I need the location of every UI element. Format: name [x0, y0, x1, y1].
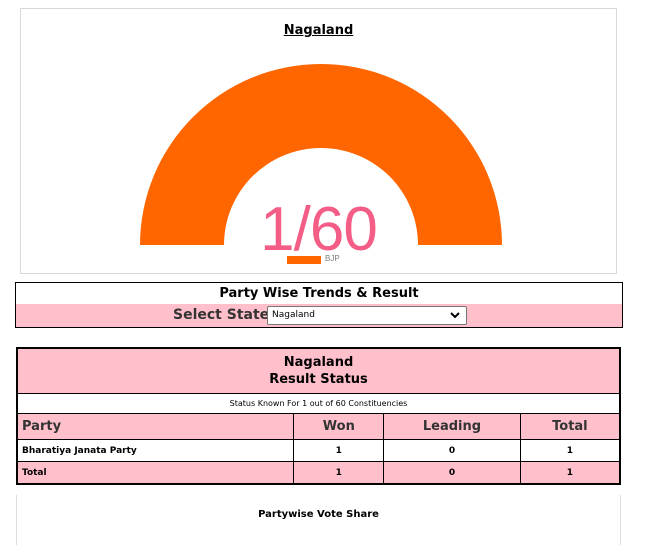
table-row: Bharatiya Janata Party 1 0 1 [16, 439, 621, 462]
column-header-row: Party Won Leading Total [16, 413, 621, 440]
status-note-row: Status Known For 1 out of 60 Constituenc… [16, 393, 621, 414]
state-select-row: Select State Nagaland [16, 304, 622, 327]
total-total-cell: 1 [519, 461, 621, 485]
gauge-value: 1/60 [260, 195, 378, 264]
total-leading-cell: 0 [383, 461, 521, 485]
status-note: Status Known For 1 out of 60 Constituenc… [16, 393, 621, 414]
column-header-party: Party [16, 413, 295, 440]
state-select-dropdown[interactable]: Nagaland [267, 306, 467, 325]
vote-share-panel: Partywise Vote Share [16, 495, 621, 545]
seat-gauge-panel: Nagaland 1/60 BJP [20, 8, 617, 274]
total-row: Total 1 0 1 [16, 461, 621, 485]
total-cell: 1 [519, 439, 621, 462]
trends-title: Party Wise Trends & Result [219, 286, 419, 301]
result-header: Nagaland Result Status [16, 347, 621, 394]
party-name-cell: Bharatiya Janata Party [16, 439, 295, 462]
legend-label-bjp: BJP [325, 254, 340, 263]
chevron-down-icon [450, 312, 460, 319]
column-header-total: Total [519, 413, 621, 440]
won-cell: 1 [293, 439, 385, 462]
state-select-value: Nagaland [272, 310, 315, 320]
legend-swatch-bjp [287, 256, 321, 264]
leading-cell: 0 [383, 439, 521, 462]
total-label-cell: Total [16, 461, 295, 485]
result-header-row: Nagaland Result Status [16, 347, 621, 394]
result-status-heading: Result Status [269, 372, 368, 387]
party-trends-box: Party Wise Trends & Result Select State … [15, 282, 623, 328]
select-state-label: Select State [173, 307, 270, 323]
result-status-table: Nagaland Result Status Status Known For … [16, 347, 621, 485]
column-header-leading: Leading [383, 413, 521, 440]
result-state-name: Nagaland [283, 355, 354, 370]
total-won-cell: 1 [293, 461, 385, 485]
column-header-won: Won [293, 413, 385, 440]
vote-share-title: Partywise Vote Share [258, 509, 379, 520]
